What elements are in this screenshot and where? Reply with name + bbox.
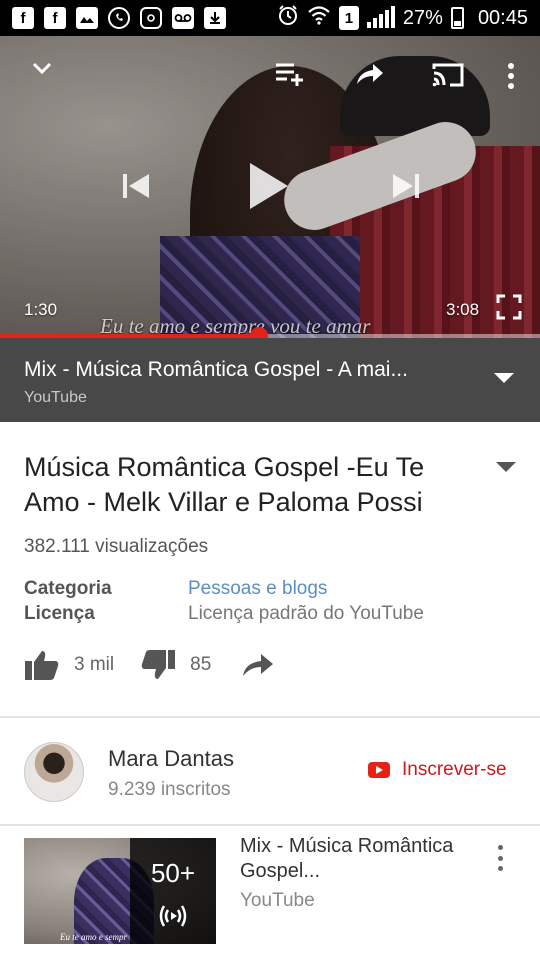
next-button[interactable] [386, 166, 426, 206]
share-arrow-icon [357, 64, 383, 84]
cast-button[interactable] [428, 58, 468, 92]
skip-next-icon [393, 174, 419, 198]
thumbnail-caption: Eu te amo e sempr [60, 932, 127, 942]
voicemail-icon [172, 7, 194, 29]
battery-percent: 27% [402, 6, 443, 29]
expand-description-icon[interactable] [496, 462, 516, 472]
dislike-button[interactable]: 85 [140, 649, 211, 681]
fullscreen-icon [496, 294, 522, 320]
category-link[interactable]: Pessoas e blogs [188, 578, 327, 600]
mix-source: YouTube [24, 389, 87, 406]
channel-avatar[interactable] [24, 742, 84, 802]
divider [0, 824, 540, 826]
battery-icon [450, 7, 464, 29]
signal-icon [366, 6, 395, 28]
add-to-queue-button[interactable] [272, 56, 308, 92]
gallery-icon [76, 7, 98, 29]
wifi-icon [307, 5, 331, 31]
play-icon [250, 163, 288, 209]
expand-playlist-icon[interactable] [494, 373, 514, 383]
more-vert-icon[interactable] [490, 845, 510, 871]
license-label: Licença [24, 603, 95, 624]
mix-radio-icon [159, 905, 187, 927]
facebook-icon: f [12, 7, 34, 29]
playlist-count: 50+ [150, 858, 196, 888]
video-actions: 3 mil 85 [24, 648, 275, 682]
current-time: 1:30 [24, 300, 58, 319]
more-options-button[interactable] [498, 56, 524, 96]
previous-button[interactable] [116, 166, 156, 206]
subscribe-button[interactable]: Inscrever-se [368, 759, 507, 781]
status-bar: f f 1 27% 00:45 [0, 0, 540, 36]
thumbs-up-icon [25, 651, 59, 680]
skip-previous-icon [123, 174, 149, 198]
mix-playlist-bar[interactable]: Mix - Música Romântica Gospel - A mai...… [0, 338, 540, 422]
playlist-add-icon [276, 63, 303, 86]
youtube-logo-icon [368, 762, 390, 778]
play-button[interactable] [244, 156, 294, 216]
like-button[interactable]: 3 mil [24, 649, 114, 681]
fullscreen-button[interactable] [494, 292, 524, 322]
chevron-down-icon [32, 62, 52, 75]
alarm-icon [277, 4, 299, 32]
license-value: Licença padrão do YouTube [188, 603, 424, 624]
sim-icon: 1 [338, 6, 359, 30]
playlist-title[interactable]: Mix - Música Romântica Gospel... [240, 834, 470, 884]
mix-title: Mix - Música Romântica Gospel - A mai... [24, 358, 408, 381]
playlist-source: YouTube [240, 890, 315, 911]
video-title: Música Romântica Gospel -Eu Te Amo - Mel… [24, 452, 425, 517]
video-player[interactable]: Eu te amo e sempre vou te amar 1:30 3:08 [0, 36, 540, 338]
dislike-count: 85 [190, 654, 212, 675]
share-video-button[interactable] [241, 652, 275, 678]
whatsapp-icon [108, 7, 130, 29]
share-icon [243, 654, 274, 676]
download-icon [204, 7, 226, 29]
duration: 3:08 [446, 300, 480, 319]
view-count: 382.111 visualizações [24, 536, 209, 557]
playlist-thumbnail[interactable]: Eu te amo e sempr 50+ [24, 838, 216, 944]
share-button[interactable] [352, 56, 388, 92]
facebook-icon: f [44, 7, 66, 29]
subscriber-count: 9.239 inscritos [108, 779, 231, 800]
more-vert-icon [508, 63, 514, 89]
subscribe-label: Inscrever-se [402, 759, 507, 780]
instagram-icon [140, 7, 162, 29]
thumbs-down-icon [141, 650, 176, 679]
cast-icon [432, 63, 464, 87]
divider [0, 716, 540, 718]
channel-name[interactable]: Mara Dantas [108, 746, 234, 772]
like-count: 3 mil [74, 654, 115, 675]
clock: 00:45 [477, 6, 528, 29]
collapse-button[interactable] [22, 48, 62, 88]
category-label: Categoria [24, 578, 112, 599]
playlist-count-overlay: 50+ [130, 838, 216, 944]
